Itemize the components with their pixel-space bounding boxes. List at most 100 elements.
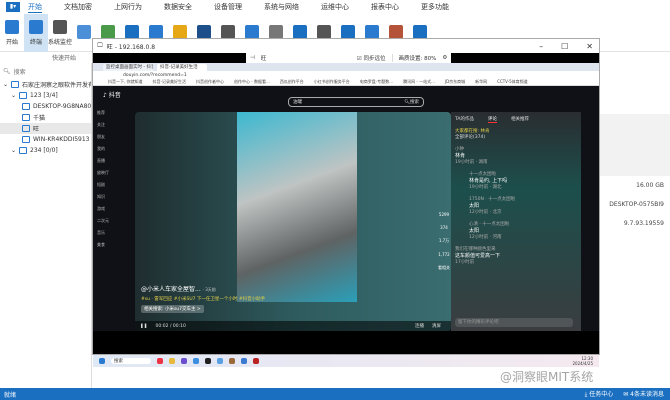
bookmark[interactable]: 抖音一下, 你就知道	[108, 79, 143, 85]
quality-setting[interactable]: 画质设置: 80%	[399, 54, 437, 62]
tree-node[interactable]: WIN-KR4KDDI5913	[0, 134, 91, 145]
minimize-button[interactable]: –	[539, 42, 543, 51]
bookmark[interactable]: JD京东商城	[445, 79, 465, 85]
douyin-search[interactable]: 油罐 🔍︎搜索	[288, 97, 424, 107]
address-bar[interactable]: douyin.com/?recommend=1	[93, 71, 599, 79]
comment-tab[interactable]: 相关推荐	[511, 116, 529, 123]
douyin-nav-item[interactable]: 放映厅	[97, 170, 133, 182]
sync-checkbox[interactable]: ☑ 同步远位	[357, 54, 386, 62]
ribbon-button[interactable]: 开始	[0, 14, 24, 52]
comment-input[interactable]: 留下你的精彩评论吧	[455, 318, 573, 327]
toolbar-icon	[317, 24, 331, 39]
video-action[interactable]: 1.7万	[437, 238, 451, 244]
video-action[interactable]: 1,772	[437, 252, 451, 257]
chevron-icon[interactable]: ⌄	[11, 147, 16, 154]
comment-tab[interactable]: 评论	[487, 116, 497, 123]
tree-node[interactable]: 旺	[0, 123, 91, 134]
windows-start-icon[interactable]	[99, 358, 105, 364]
chevron-icon[interactable]: ⌄	[11, 92, 16, 99]
bookmark[interactable]: 创作中心 - 数据看...	[234, 79, 270, 85]
menu-item[interactable]: 上网行为	[114, 2, 142, 12]
menu-item[interactable]: 更多功能	[421, 2, 449, 12]
tree-node[interactable]: ⌄ 石家庄洞察之眼软件开发有限公司	[0, 79, 91, 90]
clear-toggle[interactable]: 清屏	[432, 323, 441, 329]
menu-item[interactable]: 数据安全	[164, 2, 192, 12]
app-icon[interactable]	[181, 358, 187, 364]
terminal-icon[interactable]	[205, 358, 211, 364]
close-button[interactable]: ✕	[586, 42, 593, 51]
douyin-nav-item[interactable]: 直播	[97, 158, 133, 170]
toolbar-icon	[221, 24, 235, 39]
menu-item[interactable]: 设备管理	[214, 2, 242, 12]
video-action[interactable]: 374	[437, 225, 451, 230]
computer-icon	[22, 136, 30, 143]
tree-node[interactable]: ⌄ 234 [0/0]	[0, 145, 91, 156]
remote-desktop-window: 🖵 旺 - 192.168.0.8 – ☐ ✕ ⊣ 旺 ☑ 同步远位 画质设置: 8…	[92, 38, 600, 367]
bookmark[interactable]: 抖音创作者中心	[196, 79, 224, 85]
douyin-nav-item[interactable]: 美食	[97, 242, 133, 254]
video-caption: @小米人车家全屋智... · 3天前 #su · 雷军回应 #小米SU7 下一任…	[141, 286, 266, 313]
bookmark[interactable]: 电商罗盘-专题数...	[360, 79, 393, 85]
toolbar-icon	[293, 24, 307, 39]
tree-search[interactable]: 🔍︎ 搜索	[3, 66, 88, 76]
app-icon[interactable]	[253, 358, 259, 364]
app-icon[interactable]	[229, 358, 235, 364]
video-player[interactable]: @小米人车家全屋智... · 3天前 #su · 雷军回应 #小米SU7 下一任…	[135, 112, 451, 331]
tree-node[interactable]: DESKTOP-9G8NA80	[0, 101, 91, 112]
video-action[interactable]: 5299	[437, 212, 451, 217]
menu-item[interactable]: 文档加密	[64, 2, 92, 12]
ribbon-button[interactable]: 终端	[24, 14, 48, 52]
tree-node[interactable]: ⌄ 123 [3/4]	[0, 90, 91, 101]
settings-icon[interactable]: ⚙	[442, 55, 447, 61]
folder-icon[interactable]	[169, 358, 175, 364]
douyin-nav-item[interactable]: 短剧	[97, 182, 133, 194]
ribbon-label: 开始	[5, 39, 18, 46]
toolbar-icon	[53, 20, 67, 34]
edge-icon[interactable]	[193, 358, 199, 364]
menu-item[interactable]: 运维中心	[321, 2, 349, 12]
maximize-button[interactable]: ☐	[561, 42, 568, 51]
remote-screen[interactable]: 监控桌面画面实时 - 抖音搜索 抖音-记录美好生活 douyin.com/?re…	[93, 63, 599, 367]
browser-tab-active[interactable]: 抖音-记录美好生活	[157, 63, 207, 71]
toolbar-icon	[245, 24, 259, 39]
bookmark[interactable]: CCTV-5体育频道	[497, 79, 528, 85]
bookmark[interactable]: 新华网	[475, 79, 487, 85]
bookmark[interactable]: 抖音-记录美好生活	[153, 79, 186, 85]
bookmark[interactable]: 西瓜创作平台	[280, 79, 304, 85]
tree-label: 旺	[33, 126, 40, 133]
douyin-nav-item[interactable]: 关注	[97, 122, 133, 134]
douyin-nav-item[interactable]: 音乐	[97, 230, 133, 242]
related-search-chip[interactable]: 相关搜索: 小米su7交车主 >	[141, 305, 204, 313]
messages-button[interactable]: ✉ 4条未读消息	[623, 389, 664, 399]
comment-tab[interactable]: TA的作品	[455, 116, 474, 123]
settings-app-icon[interactable]	[217, 358, 223, 364]
remote-window-titlebar[interactable]: 🖵 旺 - 192.168.0.8 – ☐ ✕	[93, 39, 599, 53]
chrome-icon[interactable]	[157, 358, 163, 364]
douyin-nav-item[interactable]: 游戏	[97, 206, 133, 218]
menu-item[interactable]: 开始	[28, 2, 42, 13]
douyin-nav-item[interactable]: 我的	[97, 146, 133, 158]
bookmark[interactable]: 腾讯网 - 一站式...	[403, 79, 435, 85]
tree-label: 234 [0/0]	[30, 147, 58, 154]
app-icon[interactable]	[241, 358, 247, 364]
autoplay-toggle[interactable]: 连播	[415, 323, 424, 329]
tree-node[interactable]: 千猫	[0, 112, 91, 123]
pause-icon[interactable]: ❚❚	[140, 324, 148, 329]
pin-icon[interactable]: ⊣	[250, 55, 255, 61]
douyin-nav-item[interactable]: 朋友	[97, 134, 133, 146]
video-action[interactable]: 看相关	[437, 265, 451, 271]
task-center-button[interactable]: ⤓ 任务中心	[585, 389, 614, 399]
menu-item[interactable]: 系统与网络	[264, 2, 299, 12]
menu-item[interactable]: 报表中心	[371, 2, 399, 12]
browser-tab[interactable]: 监控桌面画面实时 - 抖音搜索	[103, 63, 153, 71]
taskbar-search[interactable]: 搜索	[111, 358, 151, 364]
douyin-nav-item[interactable]: 二次元	[97, 218, 133, 230]
ribbon-button[interactable]: 系统监控	[48, 14, 72, 52]
douyin-nav-item[interactable]: 知识	[97, 194, 133, 206]
douyin-nav-item[interactable]: 推荐	[97, 110, 133, 122]
douyin-logo[interactable]: ♪ 抖音	[103, 90, 121, 99]
search-button[interactable]: 🔍︎搜索	[404, 99, 419, 105]
app-menu-button[interactable]: ▮▾	[6, 2, 20, 12]
chevron-icon[interactable]: ⌄	[3, 81, 8, 88]
bookmark[interactable]: 小红书创作服务平台	[314, 79, 350, 85]
